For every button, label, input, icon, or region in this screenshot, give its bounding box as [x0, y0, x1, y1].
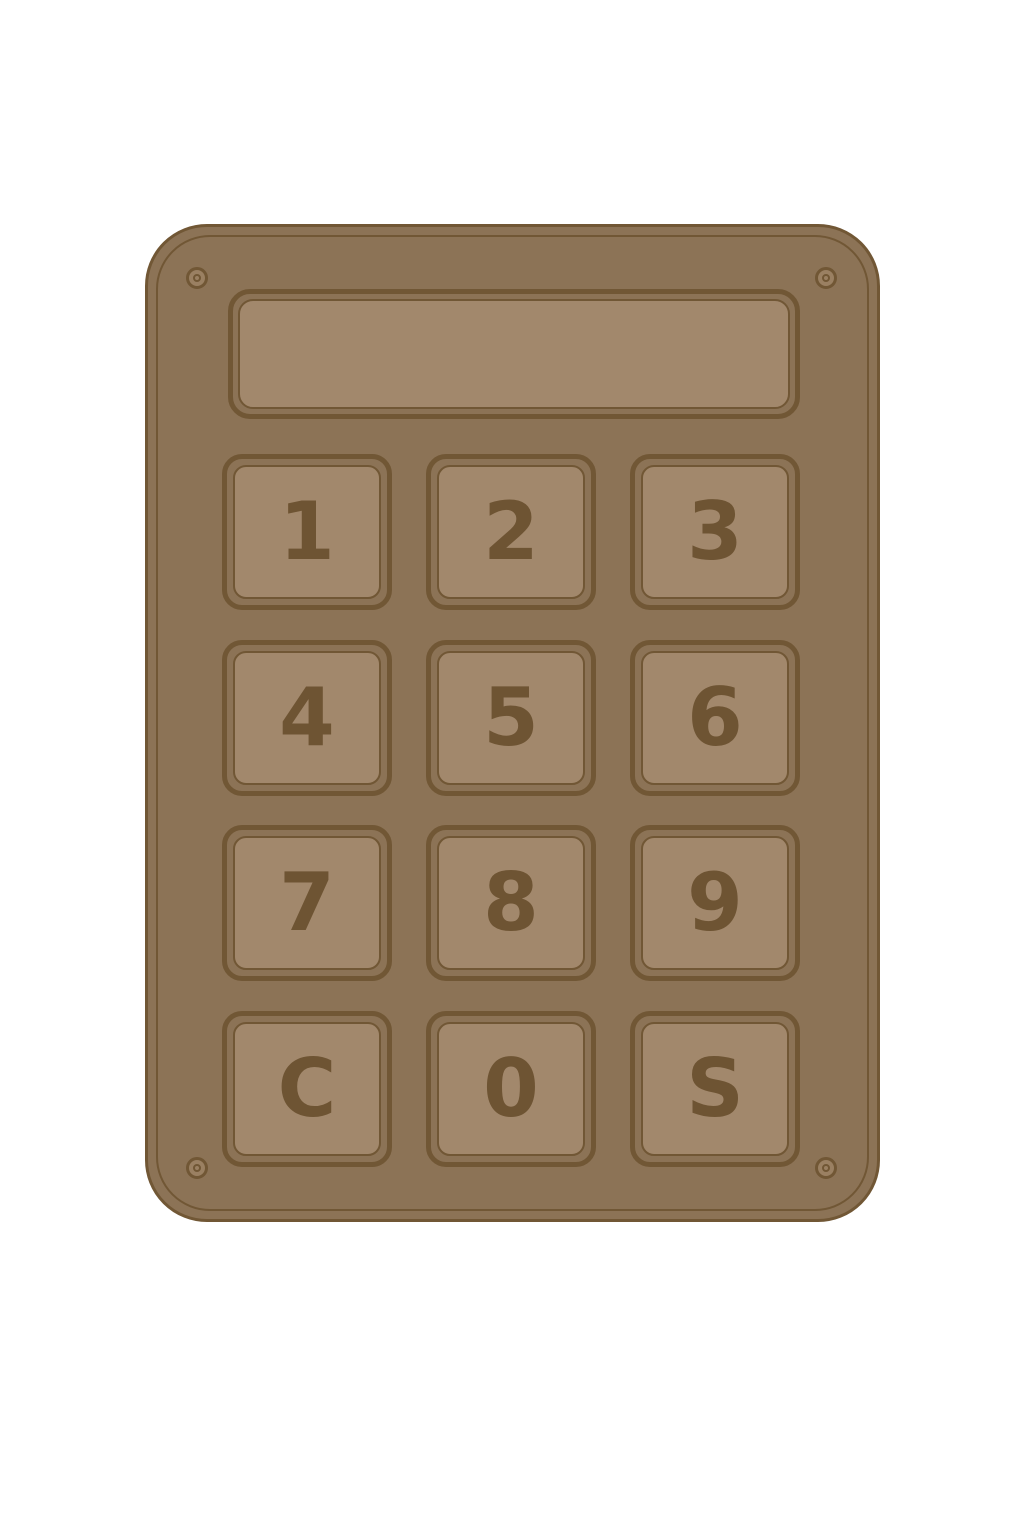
screw-icon — [186, 1157, 208, 1179]
key-clear[interactable]: C — [222, 1011, 392, 1167]
key-3[interactable]: 3 — [630, 454, 800, 610]
key-face: 2 — [437, 465, 585, 599]
key-label: 2 — [483, 485, 539, 578]
key-label: 7 — [279, 856, 335, 949]
screw-icon — [815, 1157, 837, 1179]
key-4[interactable]: 4 — [222, 640, 392, 796]
key-face: 7 — [233, 836, 381, 970]
key-label: 6 — [687, 671, 743, 764]
screw-icon — [186, 267, 208, 289]
key-7[interactable]: 7 — [222, 825, 392, 981]
key-face: S — [641, 1022, 789, 1156]
key-label: 9 — [687, 856, 743, 949]
key-face: 0 — [437, 1022, 585, 1156]
key-label: S — [686, 1042, 744, 1135]
keypad-panel: 1 2 3 4 5 6 7 8 9 C 0 S — [145, 224, 880, 1222]
key-label: 4 — [279, 671, 335, 764]
key-face: C — [233, 1022, 381, 1156]
key-6[interactable]: 6 — [630, 640, 800, 796]
key-1[interactable]: 1 — [222, 454, 392, 610]
key-label: 8 — [483, 856, 539, 949]
keypad-display — [228, 289, 800, 419]
key-face: 9 — [641, 836, 789, 970]
key-face: 1 — [233, 465, 381, 599]
key-label: 1 — [279, 485, 335, 578]
key-submit[interactable]: S — [630, 1011, 800, 1167]
key-0[interactable]: 0 — [426, 1011, 596, 1167]
key-face: 4 — [233, 651, 381, 785]
key-face: 6 — [641, 651, 789, 785]
display-screen — [238, 299, 790, 409]
key-face: 3 — [641, 465, 789, 599]
key-face: 8 — [437, 836, 585, 970]
key-label: C — [277, 1042, 337, 1135]
key-5[interactable]: 5 — [426, 640, 596, 796]
key-9[interactable]: 9 — [630, 825, 800, 981]
screw-icon — [815, 267, 837, 289]
key-2[interactable]: 2 — [426, 454, 596, 610]
key-label: 0 — [483, 1042, 539, 1135]
key-face: 5 — [437, 651, 585, 785]
key-8[interactable]: 8 — [426, 825, 596, 981]
key-label: 3 — [687, 485, 743, 578]
key-label: 5 — [483, 671, 539, 764]
